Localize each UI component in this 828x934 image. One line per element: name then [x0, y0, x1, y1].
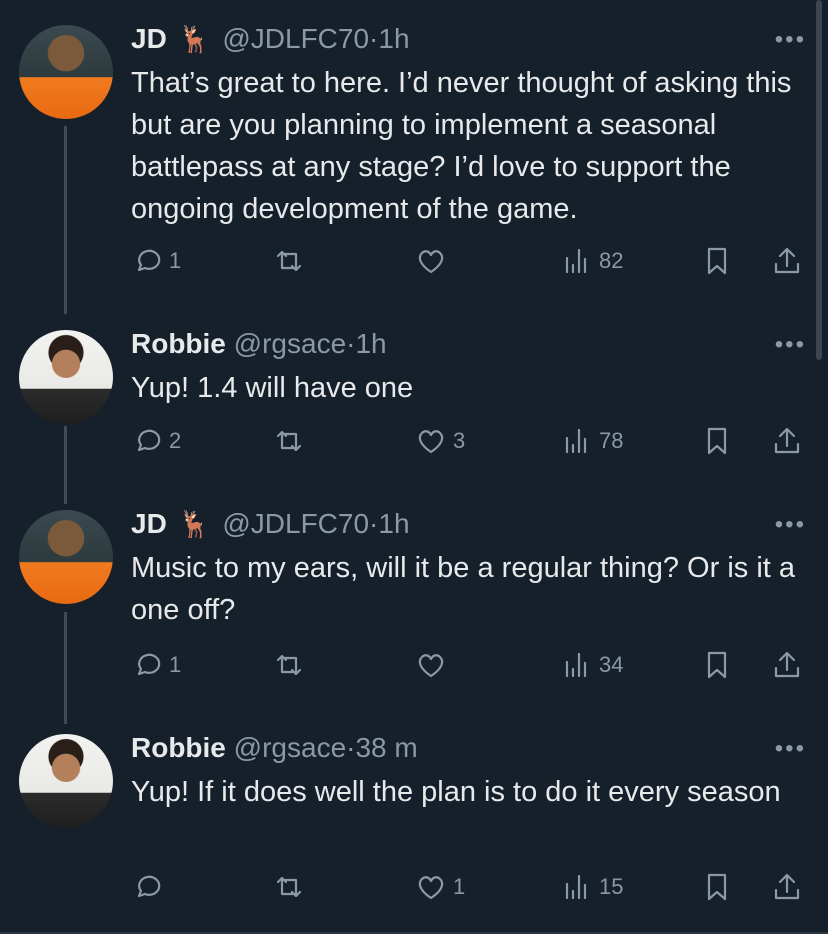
tweet-header: JD 🦌 @JDLFC70·1h — [131, 22, 410, 56]
display-name[interactable]: Robbie — [131, 732, 226, 763]
bookmark-button[interactable] — [701, 424, 733, 458]
views-icon — [565, 428, 587, 454]
views-count: 78 — [599, 428, 624, 453]
separator-dot: · — [369, 23, 379, 54]
tweet-header: Robbie @rgsace·38 m — [131, 731, 418, 765]
retweet-button[interactable] — [273, 424, 305, 458]
retweet-button[interactable] — [273, 244, 305, 278]
timestamp[interactable]: 38 m — [355, 732, 417, 763]
reply-icon — [137, 653, 161, 676]
like-button[interactable]: 1 — [415, 870, 465, 904]
share-icon — [774, 427, 800, 454]
avatar[interactable] — [19, 510, 113, 604]
bookmark-icon — [707, 247, 727, 275]
heart-icon — [418, 876, 444, 900]
more-icon[interactable]: ••• — [775, 735, 806, 763]
share-button[interactable] — [771, 870, 803, 904]
separator-dot: · — [369, 508, 379, 539]
tweet-text: Yup! If it does well the plan is to do i… — [131, 776, 781, 808]
tweet-actions: 1 82 — [131, 244, 811, 278]
reply-icon — [137, 429, 161, 452]
views-icon — [565, 652, 587, 678]
views-button[interactable]: 15 — [561, 870, 623, 904]
share-icon — [774, 873, 800, 900]
bookmark-icon — [707, 873, 727, 901]
retweet-icon — [276, 876, 302, 898]
reply-button[interactable] — [131, 870, 163, 904]
tweet-header: Robbie @rgsace·1h — [131, 327, 387, 361]
bookmark-button[interactable] — [701, 244, 733, 278]
more-icon[interactable]: ••• — [775, 26, 806, 54]
like-button[interactable] — [415, 648, 447, 682]
tweet[interactable]: Robbie @rgsace·38 m ••• Yup! If it does … — [0, 724, 828, 934]
display-name[interactable]: JD — [131, 508, 167, 539]
display-name[interactable]: Robbie — [131, 328, 226, 359]
bookmark-button[interactable] — [701, 870, 733, 904]
views-button[interactable]: 82 — [561, 244, 623, 278]
views-count: 15 — [599, 874, 624, 899]
deer-emoji: 🦌 — [178, 24, 211, 54]
share-button[interactable] — [771, 424, 803, 458]
retweet-button[interactable] — [273, 648, 305, 682]
views-count: 34 — [599, 652, 624, 677]
retweet-button[interactable] — [273, 870, 305, 904]
tweet[interactable]: JD 🦌 @JDLFC70·1h ••• That’s great to her… — [0, 0, 828, 320]
tweet[interactable]: Robbie @rgsace·1h ••• Yup! 1.4 will have… — [0, 320, 828, 500]
views-icon — [565, 874, 587, 900]
tweet-text: That’s great to here. I’d never thought … — [131, 67, 792, 225]
display-name[interactable]: JD — [131, 23, 167, 54]
reply-count: 1 — [169, 248, 182, 273]
user-handle[interactable]: @JDLFC70 — [222, 508, 369, 539]
avatar[interactable] — [19, 25, 113, 119]
avatar[interactable] — [19, 330, 113, 424]
tweet-text: Yup! 1.4 will have one — [131, 372, 414, 404]
views-button[interactable]: 78 — [561, 424, 623, 458]
reply-count: 2 — [169, 428, 182, 453]
heart-icon — [418, 654, 444, 678]
reply-icon — [137, 875, 161, 898]
avatar[interactable] — [19, 734, 113, 828]
deer-emoji: 🦌 — [178, 509, 211, 539]
views-button[interactable]: 34 — [561, 648, 623, 682]
tweet-header: JD 🦌 @JDLFC70·1h — [131, 507, 410, 541]
like-button[interactable] — [415, 244, 447, 278]
like-count: 3 — [453, 428, 466, 453]
bookmark-icon — [707, 427, 727, 455]
share-button[interactable] — [771, 244, 803, 278]
more-icon[interactable]: ••• — [775, 511, 806, 539]
heart-icon — [418, 250, 444, 274]
like-button[interactable]: 3 — [415, 424, 465, 458]
heart-icon — [418, 430, 444, 454]
tweet-actions: 2 3 78 — [131, 424, 811, 458]
timestamp[interactable]: 1h — [378, 23, 409, 54]
tweet-actions: 1 15 — [131, 870, 811, 904]
tweet-actions: 1 34 — [131, 648, 811, 682]
reply-icon — [137, 249, 161, 272]
views-count: 82 — [599, 248, 624, 273]
retweet-icon — [276, 654, 302, 676]
tweet[interactable]: JD 🦌 @JDLFC70·1h ••• Music to my ears, w… — [0, 500, 828, 724]
timestamp[interactable]: 1h — [378, 508, 409, 539]
bookmark-button[interactable] — [701, 648, 733, 682]
share-icon — [774, 651, 800, 678]
retweet-icon — [276, 430, 302, 452]
reply-button[interactable]: 1 — [131, 244, 181, 278]
reply-button[interactable]: 2 — [131, 424, 181, 458]
user-handle[interactable]: @JDLFC70 — [222, 23, 369, 54]
bookmark-icon — [707, 651, 727, 679]
views-icon — [565, 248, 587, 274]
reply-button[interactable]: 1 — [131, 648, 181, 682]
user-handle[interactable]: @rgsace — [234, 328, 346, 359]
share-icon — [774, 247, 800, 274]
retweet-icon — [276, 250, 302, 272]
reply-count: 1 — [169, 652, 182, 677]
tweet-text: Music to my ears, will it be a regular t… — [131, 552, 796, 626]
like-count: 1 — [453, 874, 466, 899]
timestamp[interactable]: 1h — [355, 328, 386, 359]
more-icon[interactable]: ••• — [775, 331, 806, 359]
share-button[interactable] — [771, 648, 803, 682]
user-handle[interactable]: @rgsace — [234, 732, 346, 763]
